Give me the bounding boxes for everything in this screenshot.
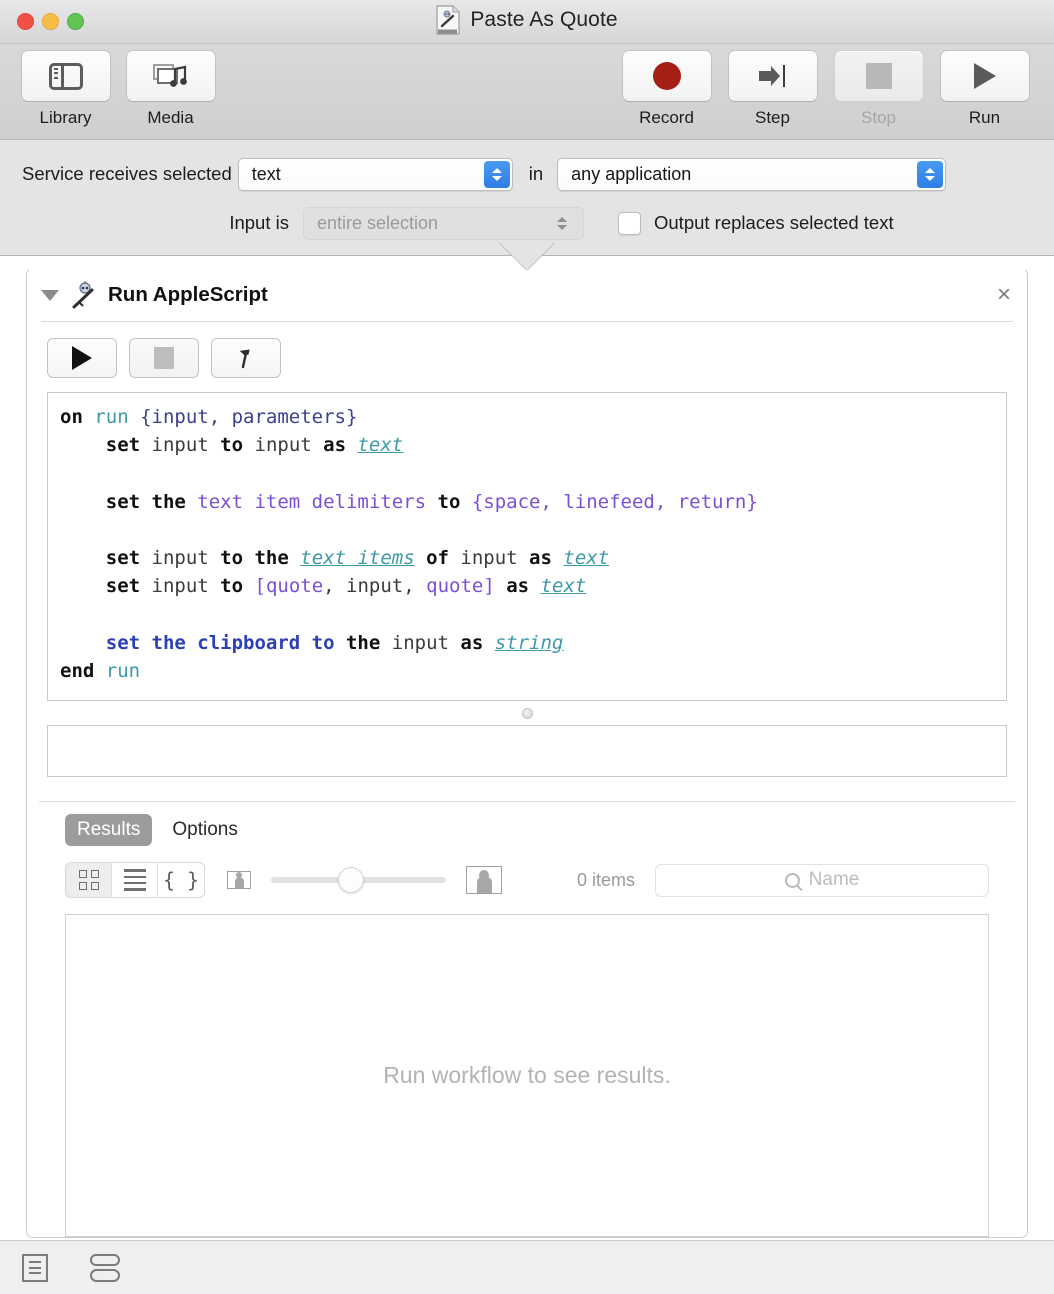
record-icon (652, 62, 681, 90)
compile-button[interactable] (211, 338, 281, 378)
toolbar-label-stop: Stop (861, 108, 896, 127)
list-view-button[interactable] (112, 863, 158, 897)
toolbar-left-group: Library Media (0, 44, 216, 128)
tab-results[interactable]: Results (65, 814, 153, 846)
automator-window: Paste As Quote Library Media Record Step… (0, 0, 1054, 1294)
editor-resize-grip-row (27, 701, 1027, 725)
service-application-popup[interactable]: any application (557, 157, 947, 191)
toolbar-button-step[interactable]: Step (727, 50, 818, 128)
results-search-field[interactable]: Name (655, 863, 989, 897)
run-script-button[interactable] (47, 338, 117, 378)
view-mode-segmented-control[interactable]: { } (65, 862, 205, 898)
output-replaces-label: Output replaces selected text (654, 212, 894, 233)
media-icon (152, 62, 189, 90)
disclosure-triangle-icon[interactable] (41, 289, 59, 301)
braces-icon: { } (162, 868, 200, 892)
workflow-notch-area (0, 242, 1054, 270)
script-toolbar (27, 322, 1027, 392)
search-placeholder: Name (808, 869, 860, 890)
workflow-canvas: Run AppleScript × on run {input, paramet… (0, 270, 1054, 1240)
service-receives-row: Service receives selected text in any ap… (0, 154, 1054, 194)
action-title: Run AppleScript (108, 283, 268, 306)
service-config-panel: Service receives selected text in any ap… (0, 140, 1054, 256)
service-application-value: any application (571, 163, 692, 184)
action-tabs: Results Options (27, 802, 1027, 852)
service-input-is-label: Input is (229, 212, 289, 233)
toolbar-button-record[interactable]: Record (621, 50, 712, 128)
tab-options[interactable]: Options (160, 814, 249, 846)
notch-triangle-icon (499, 242, 555, 270)
code-view-button[interactable]: { } (158, 863, 204, 897)
script-log-field[interactable] (47, 725, 1007, 777)
results-view-bar: { } 0 items Name (27, 852, 1027, 906)
output-replaces-checkbox[interactable] (618, 211, 641, 235)
stop-script-button[interactable] (129, 338, 199, 378)
chevron-updown-icon[interactable] (483, 160, 510, 188)
search-icon (784, 872, 800, 888)
step-icon (758, 63, 788, 89)
stop-icon (154, 347, 174, 369)
items-count-label: 0 items (576, 869, 635, 890)
results-empty-message: Run workflow to see results. (383, 1062, 671, 1088)
title-bar: Paste As Quote (0, 0, 1054, 44)
stop-icon (865, 63, 892, 89)
window-title-group: Paste As Quote (0, 5, 1054, 35)
applescript-editor[interactable]: on run {input, parameters} set input to … (47, 392, 1007, 701)
list-icon (123, 869, 146, 891)
toolbar-button-stop[interactable]: Stop (833, 50, 924, 128)
service-input-is-value: entire selection (317, 212, 439, 233)
action-run-applescript: Run AppleScript × on run {input, paramet… (26, 270, 1028, 1238)
output-replaces-checkbox-group[interactable]: Output replaces selected text (618, 211, 894, 235)
toolbar-button-library[interactable]: Library (20, 50, 111, 128)
bottom-bar (0, 1240, 1054, 1294)
service-receives-value: text (251, 163, 281, 184)
library-icon (48, 62, 83, 90)
icon-view-button[interactable] (66, 863, 112, 897)
applescript-source[interactable]: on run {input, parameters} set input to … (60, 403, 994, 685)
automator-robot-icon (70, 281, 98, 309)
service-input-is-popup[interactable]: entire selection (303, 206, 584, 240)
window-title: Paste As Quote (470, 8, 618, 31)
toolbar-button-media[interactable]: Media (125, 50, 216, 128)
chevron-updown-icon (549, 210, 575, 237)
automator-workflow-document-icon (436, 5, 460, 35)
play-icon (72, 346, 92, 370)
toolbar-label-record: Record (639, 108, 694, 127)
service-receives-popup[interactable]: text (237, 157, 513, 191)
toolbar-label-step: Step (755, 108, 790, 127)
toolbar-label-run: Run (968, 108, 1001, 127)
service-receives-label: Service receives selected (22, 163, 232, 184)
split-pane-icon[interactable] (90, 1253, 120, 1282)
large-preview-icon (466, 866, 502, 894)
small-preview-icon (227, 871, 251, 889)
slider-knob[interactable] (338, 867, 364, 893)
toolbar-right-group: Record Step Stop Run (621, 44, 1054, 128)
preview-size-slider[interactable] (271, 863, 446, 897)
chevron-updown-icon[interactable] (917, 160, 944, 188)
resize-grip-icon[interactable] (521, 707, 533, 719)
service-input-row: Input is entire selection Output replace… (0, 203, 1054, 243)
toolbar-label-media: Media (147, 108, 194, 127)
run-icon (973, 63, 996, 89)
results-area: Run workflow to see results. (65, 914, 989, 1237)
hammer-icon (234, 346, 258, 370)
grid-icon (78, 870, 99, 890)
toolbar-button-run[interactable]: Run (939, 50, 1030, 128)
toolbar-label-library: Library (39, 108, 92, 127)
close-icon[interactable]: × (997, 283, 1011, 307)
service-in-label: in (528, 163, 544, 184)
main-toolbar: Library Media Record Step Stop Run (0, 44, 1054, 140)
log-icon[interactable] (22, 1253, 48, 1282)
action-header: Run AppleScript × (27, 270, 1027, 321)
